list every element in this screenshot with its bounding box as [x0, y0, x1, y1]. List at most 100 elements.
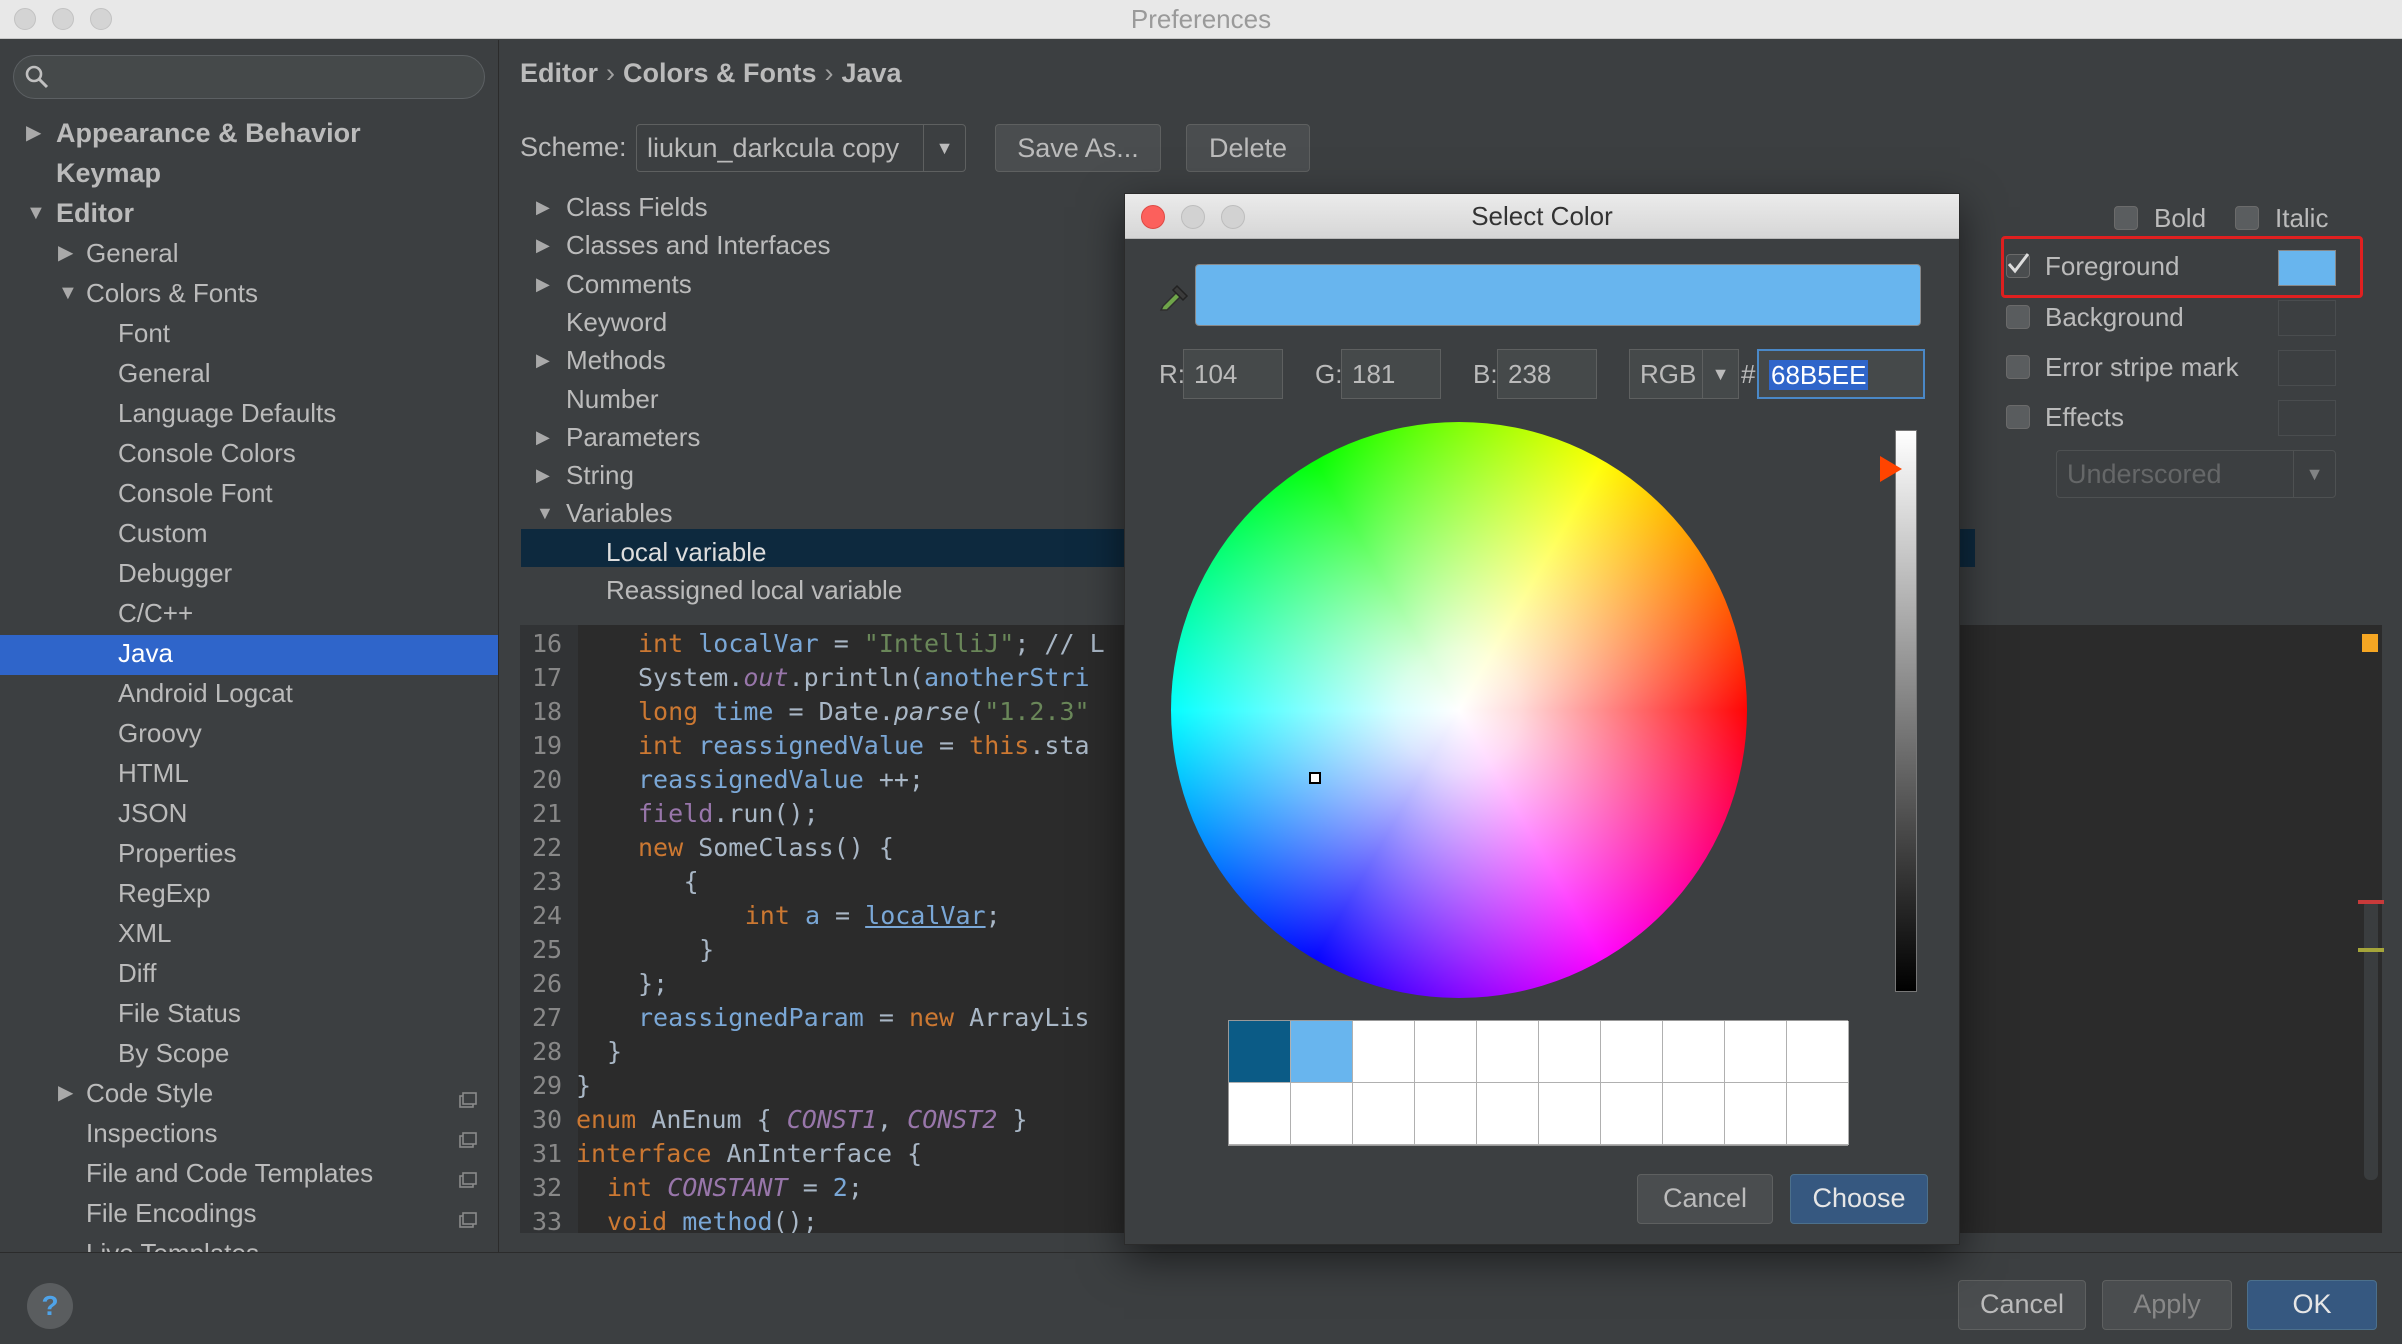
recent-color-cell[interactable] — [1601, 1083, 1663, 1145]
color-wheel[interactable] — [1171, 422, 1747, 998]
sidebar-item-live-templates[interactable]: Live Templates — [0, 1233, 498, 1252]
code-line[interactable]: long time = Date.parse("1.2.3" — [576, 695, 1090, 729]
foreground-checkbox[interactable] — [2006, 253, 2030, 278]
choose-button[interactable]: Choose — [1790, 1174, 1928, 1224]
hex-input[interactable]: 68B5EE — [1757, 349, 1925, 399]
category-item-string[interactable]: ▶ String — [536, 456, 634, 494]
chevron-right-icon[interactable]: ▶ — [58, 233, 73, 273]
bold-checkbox[interactable] — [2114, 206, 2138, 230]
cancel-button[interactable]: Cancel — [1958, 1280, 2086, 1330]
sidebar-item-editor[interactable]: ▼ Editor — [0, 193, 498, 233]
sidebar-item-console-font[interactable]: Console Font — [0, 473, 498, 513]
chevron-right-icon[interactable]: ▶ — [536, 265, 550, 303]
recent-color-cell[interactable] — [1787, 1021, 1849, 1083]
sidebar-item-by-scope[interactable]: By Scope — [0, 1033, 498, 1073]
color-mode-select[interactable]: RGB ▼ — [1629, 349, 1739, 399]
category-item-local-variable[interactable]: Local variable — [606, 533, 766, 571]
recent-color-cell[interactable] — [1539, 1021, 1601, 1083]
color-wheel-cursor[interactable] — [1309, 772, 1321, 784]
delete-scheme-button[interactable]: Delete — [1186, 124, 1310, 172]
code-line[interactable]: reassignedParam = new ArrayLis — [576, 1001, 1090, 1035]
sidebar-item-regexp[interactable]: RegExp — [0, 873, 498, 913]
recent-color-cell[interactable] — [1229, 1021, 1291, 1083]
sidebar-item-c-c-[interactable]: C/C++ — [0, 593, 498, 633]
recent-color-cell[interactable] — [1725, 1083, 1787, 1145]
effect-type-select[interactable]: Underscored ▼ — [2056, 450, 2336, 498]
sidebar-item-html[interactable]: HTML — [0, 753, 498, 793]
code-line[interactable]: enum AnEnum { CONST1, CONST2 } — [576, 1103, 1028, 1137]
recent-color-cell[interactable] — [1477, 1083, 1539, 1145]
sidebar-item-language-defaults[interactable]: Language Defaults — [0, 393, 498, 433]
code-line[interactable]: } — [576, 933, 714, 967]
category-item-methods[interactable]: ▶ Methods — [536, 341, 666, 379]
ok-button[interactable]: OK — [2247, 1280, 2377, 1330]
code-line[interactable]: int reassignedValue = this.sta — [576, 729, 1090, 763]
settings-search-input[interactable] — [13, 55, 485, 99]
sidebar-item-xml[interactable]: XML — [0, 913, 498, 953]
recent-color-cell[interactable] — [1415, 1083, 1477, 1145]
code-line[interactable]: } — [576, 1069, 591, 1103]
sidebar-item-android-logcat[interactable]: Android Logcat — [0, 673, 498, 713]
analysis-status-icon[interactable] — [2362, 634, 2378, 652]
code-line[interactable]: int a = localVar; — [576, 899, 1001, 933]
recent-color-cell[interactable] — [1601, 1021, 1663, 1083]
code-line[interactable]: field.run(); — [576, 797, 819, 831]
chevron-down-icon[interactable]: ▼ — [58, 273, 78, 313]
recent-color-cell[interactable] — [1291, 1083, 1353, 1145]
code-line[interactable]: { — [576, 865, 699, 899]
sidebar-item-debugger[interactable]: Debugger — [0, 553, 498, 593]
category-item-reassigned-local-variable[interactable]: Reassigned local variable — [606, 571, 902, 609]
category-item-keyword[interactable]: Keyword — [566, 303, 667, 341]
sidebar-item-general[interactable]: ▶ General — [0, 233, 498, 273]
sidebar-item-file-encodings[interactable]: File Encodings — [0, 1193, 498, 1233]
recent-color-cell[interactable] — [1477, 1021, 1539, 1083]
category-item-number[interactable]: Number — [566, 380, 658, 418]
color-cancel-button[interactable]: Cancel — [1637, 1174, 1773, 1224]
recent-color-cell[interactable] — [1353, 1083, 1415, 1145]
chevron-right-icon[interactable]: ▶ — [536, 188, 550, 226]
category-item-classes-and-interfaces[interactable]: ▶ Classes and Interfaces — [536, 226, 830, 264]
error-stripe-color-swatch[interactable] — [2278, 350, 2336, 386]
brightness-slider[interactable] — [1895, 430, 1917, 992]
sidebar-item-console-colors[interactable]: Console Colors — [0, 433, 498, 473]
chevron-right-icon[interactable]: ▶ — [536, 456, 550, 494]
code-line[interactable]: int CONSTANT = 2; — [576, 1171, 863, 1205]
code-line[interactable]: new SomeClass() { — [576, 831, 894, 865]
sidebar-item-file-status[interactable]: File Status — [0, 993, 498, 1033]
blue-input[interactable]: 238 — [1497, 349, 1597, 399]
sidebar-item-font[interactable]: Font — [0, 313, 498, 353]
sidebar-item-file-and-code-templates[interactable]: File and Code Templates — [0, 1153, 498, 1193]
recent-color-cell[interactable] — [1725, 1021, 1787, 1083]
code-line[interactable]: int localVar = "IntelliJ"; // L — [576, 627, 1105, 661]
effects-checkbox[interactable] — [2006, 405, 2030, 429]
category-item-parameters[interactable]: ▶ Parameters — [536, 418, 700, 456]
foreground-color-swatch[interactable] — [2278, 250, 2336, 286]
recent-color-cell[interactable] — [1291, 1021, 1353, 1083]
recent-color-cell[interactable] — [1415, 1021, 1477, 1083]
apply-button[interactable]: Apply — [2102, 1280, 2232, 1330]
code-line[interactable]: System.out.println(anotherStri — [576, 661, 1090, 695]
category-item-comments[interactable]: ▶ Comments — [536, 265, 692, 303]
code-line[interactable]: reassignedValue ++; — [576, 763, 924, 797]
recent-color-cell[interactable] — [1539, 1083, 1601, 1145]
help-button[interactable]: ? — [27, 1283, 73, 1329]
recent-color-cell[interactable] — [1787, 1083, 1849, 1145]
chevron-right-icon[interactable]: ▶ — [536, 418, 550, 456]
chevron-down-icon[interactable]: ▼ — [26, 193, 46, 233]
sidebar-item-java[interactable]: Java — [0, 633, 498, 673]
category-item-class-fields[interactable]: ▶ Class Fields — [536, 188, 708, 226]
brightness-slider-thumb[interactable] — [1880, 456, 1902, 482]
chevron-right-icon[interactable]: ▶ — [536, 226, 550, 264]
eyedropper-icon[interactable] — [1157, 278, 1191, 312]
sidebar-item-custom[interactable]: Custom — [0, 513, 498, 553]
warning-stripe-marker[interactable] — [2358, 948, 2384, 952]
sidebar-item-appearance-behavior[interactable]: ▶ Appearance & Behavior — [0, 113, 498, 153]
background-checkbox[interactable] — [2006, 305, 2030, 329]
sidebar-item-code-style[interactable]: ▶ Code Style — [0, 1073, 498, 1113]
sidebar-item-diff[interactable]: Diff — [0, 953, 498, 993]
recent-color-cell[interactable] — [1229, 1083, 1291, 1145]
code-line[interactable]: interface AnInterface { — [576, 1137, 922, 1171]
error-stripe-checkbox[interactable] — [2006, 355, 2030, 379]
sidebar-item-groovy[interactable]: Groovy — [0, 713, 498, 753]
chevron-right-icon[interactable]: ▶ — [26, 113, 41, 153]
